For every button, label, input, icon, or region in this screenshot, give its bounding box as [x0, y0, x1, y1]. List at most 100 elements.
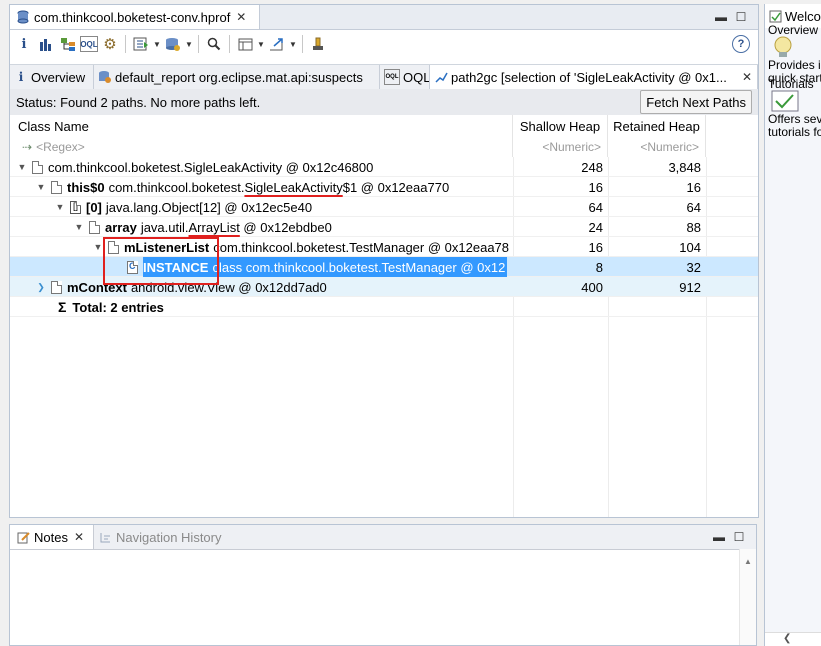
shallow-heap-cell: 16	[588, 179, 603, 195]
table-row[interactable]: ▼ [] [0] java.lang.Object[12] @ 0x12ec5e40 6…	[10, 197, 758, 217]
object-label: com.thinkcool.boketest.SigleLeakActivity…	[48, 159, 374, 175]
object-label: com.thinkcool.boketest.TestManager @ 0x1…	[213, 239, 510, 255]
inspector-icon[interactable]	[308, 34, 328, 54]
collapsed-chevron-icon[interactable]: ❯	[35, 282, 47, 293]
chevron-down-icon[interactable]: ▼	[153, 40, 161, 49]
dominator-tree-icon[interactable]	[58, 34, 78, 54]
object-label: java.lang.Object[12] @ 0x12ec5e40	[105, 199, 313, 215]
retained-heap-cell: 3,848	[668, 159, 701, 175]
tab-notes[interactable]: Notes ✕	[10, 525, 94, 549]
tab-label: default_report org.eclipse.mat.api:suspe…	[115, 69, 363, 85]
tab-label: Overview	[31, 69, 86, 85]
tab-oql[interactable]: OQL OQL	[380, 65, 430, 89]
table-row[interactable]: ▼ array java.util. ArrayList @ 0x12ebdbe0 24…	[10, 217, 758, 237]
tab-label: path2gc [selection of 'SigleLeakActivity…	[451, 69, 727, 85]
object-label: com.thinkcool.boketest.	[108, 179, 245, 195]
class-name-cell: ▼ this$0 com.thinkcool.boketest. SigleLeakA…	[35, 177, 513, 197]
tab-default-report[interactable]: default_report org.eclipse.mat.api:suspe…	[94, 65, 380, 89]
object-address: $1 @ 0x12eaa770	[342, 179, 450, 195]
oql-icon: OQL	[384, 69, 400, 85]
retained-heap-cell: 16	[686, 179, 701, 195]
chevron-down-icon[interactable]: ▼	[257, 40, 265, 49]
retained-heap-cell: 32	[686, 259, 701, 275]
expanded-chevron-icon[interactable]: ▼	[16, 162, 28, 172]
object-instance-icon	[108, 240, 119, 254]
object-label: class com.thinkcool.boketest.TestManager…	[212, 259, 506, 275]
info-icon: i	[18, 70, 24, 84]
shallow-heap-cell: 248	[581, 159, 603, 175]
close-icon[interactable]: ✕	[72, 530, 86, 544]
filter-icon: ⇢	[22, 140, 33, 154]
filter-class-name[interactable]: ⇢ <Regex>	[10, 137, 513, 157]
maximize-icon[interactable]: ☐	[732, 530, 746, 544]
search-icon[interactable]	[204, 34, 224, 54]
settings-gear-icon[interactable]: ⚙	[100, 34, 120, 54]
chevron-up-icon[interactable]: ▲	[744, 557, 752, 566]
histogram-icon[interactable]	[36, 34, 56, 54]
column-header-shallow-heap[interactable]: Shallow Heap	[513, 115, 608, 137]
tab-label: OQL	[403, 69, 430, 85]
filter-shallow-heap[interactable]: <Numeric>	[513, 137, 608, 157]
table-row[interactable]: ▼ com.thinkcool.boketest.SigleLeakActivit…	[10, 157, 758, 177]
run-report-icon[interactable]	[131, 34, 151, 54]
array-object-icon: []	[70, 200, 81, 214]
left-window-edge	[0, 0, 9, 646]
shallow-heap-cell: 16	[588, 239, 603, 255]
sigma-icon: Σ	[58, 299, 67, 315]
welcome-scrollbar[interactable]: ❮	[765, 632, 821, 646]
column-header-retained-heap[interactable]: Retained Heap	[608, 115, 706, 137]
table-row[interactable]: ▼ mListenerList com.thinkcool.boketest.Tes…	[10, 237, 758, 257]
field-name: [0]	[86, 199, 102, 215]
report-icon	[98, 70, 112, 84]
class-object-icon: C	[127, 260, 138, 274]
field-name: this$0	[67, 179, 105, 195]
chevron-left-icon[interactable]: ❮	[783, 633, 791, 644]
field-name: mListenerList	[124, 239, 210, 255]
minimize-icon[interactable]: ▬	[712, 530, 726, 544]
column-header-class-name[interactable]: Class Name	[10, 115, 513, 137]
welcome-text: tutorials fo	[768, 125, 821, 139]
tab-overview[interactable]: i Overview	[10, 65, 94, 89]
table-row[interactable]: ❯ mContext android.view.View @ 0x12dd7ad0 4…	[10, 277, 758, 297]
path-icon	[434, 70, 448, 84]
expanded-chevron-icon[interactable]: ▼	[35, 182, 47, 192]
path-table: Class Name Shallow Heap Retained Heap ⇢ …	[10, 115, 758, 517]
export-icon[interactable]	[267, 34, 287, 54]
class-name-cell: ▼ mListenerList com.thinkcool.boketest.Tes…	[92, 237, 513, 257]
expanded-chevron-icon[interactable]: ▼	[73, 222, 85, 232]
tab-navigation-history[interactable]: Navigation History	[98, 525, 222, 549]
toolbar-separator	[125, 35, 126, 53]
toolbar-separator	[302, 35, 303, 53]
filter-retained-heap[interactable]: <Numeric>	[608, 137, 706, 157]
expanded-chevron-icon[interactable]: ▼	[54, 202, 66, 212]
table-row[interactable]: C INSTANCE class com.thinkcool.boketest.Te…	[10, 257, 758, 277]
chevron-down-icon[interactable]: ▼	[289, 40, 297, 49]
oql-icon[interactable]: OQL	[80, 36, 98, 52]
minimize-icon[interactable]: ▬	[714, 10, 728, 24]
shallow-heap-cell: 24	[588, 219, 603, 235]
notes-scrollbar[interactable]: ▲	[739, 549, 756, 645]
total-label: Total: 2 entries	[72, 299, 164, 315]
fetch-next-paths-button[interactable]: Fetch Next Paths	[640, 90, 752, 114]
class-name-cell: ▼ [] [0] java.lang.Object[12] @ 0x12ec5e40	[54, 197, 513, 217]
maximize-icon[interactable]: ☐	[734, 10, 748, 24]
object-address: @ 0x12ebdbe0	[239, 219, 332, 235]
expanded-chevron-icon[interactable]: ▼	[92, 242, 104, 252]
editor-tab-title: com.thinkcool.boketest-conv.hprof	[34, 9, 231, 25]
tab-path2gc[interactable]: path2gc [selection of 'SigleLeakActivity…	[430, 65, 758, 89]
chevron-down-icon[interactable]: ▼	[185, 40, 193, 49]
filter-placeholder: <Regex>	[36, 140, 85, 154]
query-browser-icon[interactable]	[163, 34, 183, 54]
info-icon[interactable]: i	[14, 34, 34, 54]
welcome-icon	[768, 9, 782, 23]
object-instance-icon	[32, 160, 43, 174]
notes-tab-bar: Notes ✕ Navigation History ▬ ☐	[10, 525, 756, 550]
group-icon[interactable]	[235, 34, 255, 54]
editor-tab[interactable]: com.thinkcool.boketest-conv.hprof ✕	[10, 5, 260, 29]
shallow-heap-cell: 64	[588, 199, 603, 215]
table-row[interactable]: ▼ this$0 com.thinkcool.boketest. SigleLeakA…	[10, 177, 758, 197]
help-icon[interactable]: ?	[732, 35, 750, 53]
close-icon[interactable]: ✕	[234, 10, 248, 24]
field-name: INSTANCE	[143, 259, 209, 275]
close-icon[interactable]: ✕	[740, 70, 754, 84]
